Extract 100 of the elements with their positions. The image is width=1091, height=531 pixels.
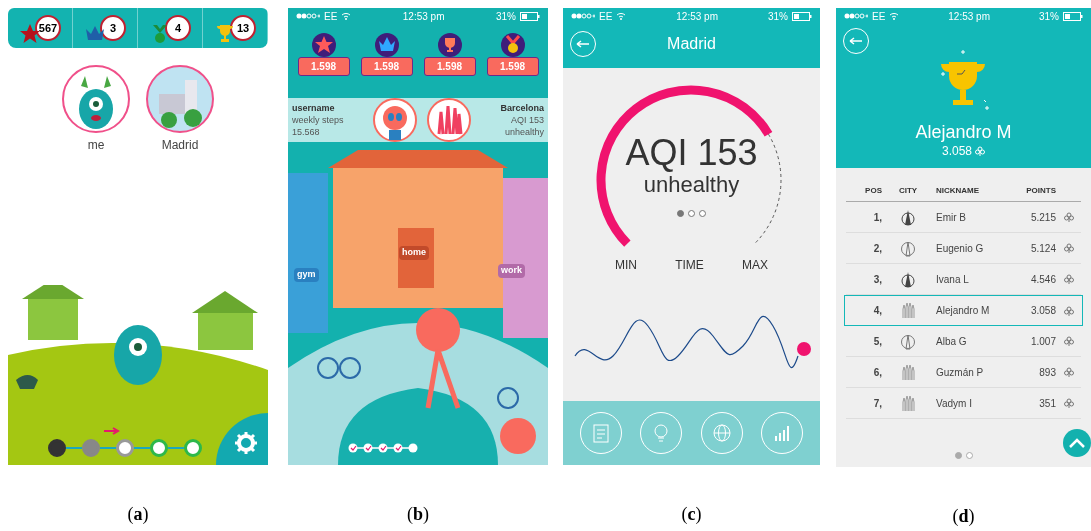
axis-label: MAX [742,257,768,274]
carrier-name: EE [324,9,338,24]
leaderboard-row[interactable]: 3, Ivana L 4.546 [846,264,1081,295]
arrow-icon [104,427,120,435]
points-cell-text: 5.124 [1029,241,1056,256]
battery-percentage: 31% [1039,9,1059,24]
leaderboard-row[interactable]: 4, Alejandro M 3.058 [844,295,1083,326]
nickname-cell-text: Vadym I [935,396,973,411]
nickname-cell-text: Emir B [935,210,967,225]
back-arrow-icon [849,37,863,45]
cathedral-icon [900,363,916,381]
clover-icon [1064,243,1074,253]
column-header: POINTS [1025,184,1056,197]
nickname-cell-text: Eugenio G [935,241,985,256]
leaderboard-row[interactable]: 5, Alba G 1.007 [846,326,1081,357]
monster-avatar [61,64,131,134]
count-badge: 13 [230,15,256,41]
figure-caption: (a) [126,503,150,526]
city-stat: unhealthy [504,126,544,138]
position-cell-text: 1, [872,210,883,225]
points-cell-text: 5.215 [1029,210,1056,225]
building-sign: gym [294,268,319,282]
position-cell-text: 7, [872,396,883,411]
clover-icon [1064,305,1074,316]
figure-caption: (c) [680,503,703,526]
clock-time: 12:53 pm [676,9,718,24]
position-cell-text: 5, [872,334,883,349]
gauge-value: AQI 153 [625,134,758,172]
screen-title: Madrid [666,34,717,54]
nickname-cell-text: Guzmán P [935,365,985,380]
cathedral-icon [900,394,916,412]
back-arrow-icon [576,40,590,48]
user-name: Alejandro M [914,122,1013,142]
user-stat: 15.568 [292,126,321,138]
points-cell-text: 3.058 [1029,304,1056,318]
axis-label: TIME [675,257,704,274]
user-stat: weekly steps [292,114,344,126]
user-points: 3.058 [942,143,972,160]
leaderboard-row[interactable]: 2, Eugenio G 5.124 [846,233,1081,264]
scroll-up-button[interactable] [1063,429,1091,457]
chevron-up-icon [1069,438,1085,448]
leaderboard-row[interactable]: 1, Emir B 5.215 [846,202,1081,233]
column-header: CITY [897,184,919,197]
crown-icon [373,32,400,58]
battery-percentage: 31% [768,9,788,24]
settings-icon [234,431,258,455]
axis-label: MIN [615,257,637,274]
signal-icon [296,13,320,19]
points-cell-text: 4.546 [1029,272,1056,287]
building-sign: work [498,264,525,278]
figure-caption: (d) [951,505,976,528]
avatar-label: me [87,137,105,154]
position-cell-text: 3, [872,272,883,287]
battery-percentage: 31% [496,9,516,24]
signal-icon [844,13,868,19]
ball-drawing [500,418,536,454]
clock-time: 12:53 pm [402,9,445,24]
gauge-label: unhealthy [643,172,740,198]
user-name: username [292,102,336,114]
count-badge: 3 [100,15,126,41]
checkpoint-track-icon [348,443,418,453]
wifi-icon [616,12,627,20]
points-cell-text: 351 [1038,396,1056,411]
clock-time: 12:53 pm [948,9,990,24]
carrier-name: EE [599,9,613,24]
ring-tower-icon [900,239,916,257]
trophy-icon [436,32,463,58]
score-label: 1.598 [297,57,350,76]
column-header: NICKNAME [935,184,981,197]
battery-icon [792,11,812,21]
wifi-icon [889,12,900,20]
score-label: 1.598 [360,57,413,76]
building-sign: home [399,246,429,260]
points-cell-text: 1.007 [1029,334,1056,349]
signal-icon [571,13,595,19]
city-name: Barcelona [500,102,544,114]
position-cell-text: 6, [872,365,883,380]
score-label: 1.598 [486,57,539,76]
nickname-cell-text: Alejandro M [935,304,991,318]
clover-icon [1064,274,1074,284]
battery-icon [520,11,540,21]
points-cell-text: 893 [1038,365,1056,380]
clover-icon [1064,336,1074,346]
wheel-drawing [497,387,519,409]
medal-icon [499,32,526,58]
trophy-icon [214,22,236,44]
avatar-label: Madrid [161,137,199,154]
position-cell-text: 4, [872,304,883,318]
score-label: 1.598 [423,57,476,76]
star-icon [19,22,41,44]
wifi-icon [341,12,352,20]
figure-caption: (b) [406,503,430,526]
count-badge: 4 [165,15,191,41]
battery-icon [1063,11,1083,21]
leaderboard-row[interactable]: 7, Vadym I 351 [846,388,1081,419]
column-header: POS [864,184,883,197]
ring-tower-icon [900,332,916,350]
leaderboard-row[interactable]: 6, Guzmán P 893 [846,357,1081,388]
city-stat: AQI 153 [510,114,544,126]
cathedral-icon [900,302,916,319]
